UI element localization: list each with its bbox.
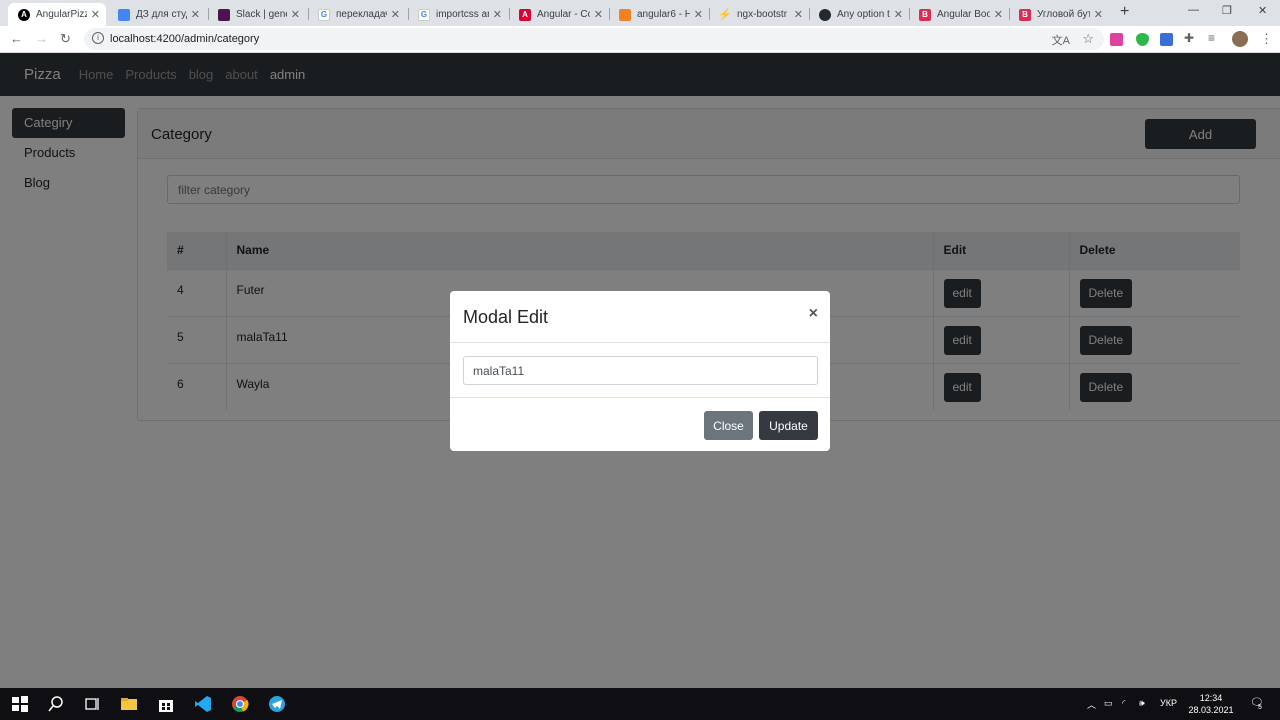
tab-title: AngularPizza — [36, 9, 87, 20]
browser-tab-9[interactable]: B Angular Boo ✕ — [909, 3, 1009, 26]
tab-title: ДЗ для студ — [136, 9, 187, 20]
bootstrap-icon: B — [1019, 8, 1031, 21]
extension-shield-icon[interactable] — [1136, 33, 1149, 46]
google-drive-icon — [118, 8, 130, 21]
search-icon[interactable] — [46, 694, 66, 714]
tab-title: перекладач — [336, 9, 387, 20]
telegram-icon[interactable] — [267, 694, 287, 714]
tab-title: Угловой бут — [1037, 9, 1090, 20]
clock-date: 28.03.2021 — [1188, 705, 1234, 715]
minimize-icon[interactable]: — — [1188, 4, 1199, 16]
browser-tab-1[interactable]: ДЗ для студ ✕ — [108, 3, 206, 26]
extension-pink-icon[interactable] — [1110, 33, 1123, 46]
address-bar[interactable]: i localhost:4200/admin/category 文A ☆ — [84, 28, 1104, 50]
edit-modal: Modal Edit × Close Update — [450, 291, 830, 451]
close-tab-icon[interactable]: ✕ — [1094, 8, 1103, 21]
tab-title: Angular Boo — [937, 9, 990, 20]
task-view-icon[interactable] — [82, 694, 102, 714]
language-indicator[interactable]: УКР — [1160, 698, 1177, 708]
close-icon[interactable]: × — [809, 305, 818, 323]
windows-start-icon[interactable] — [10, 694, 30, 714]
tab-title: Slack | gene — [236, 9, 287, 20]
tab-title: angular6 - H — [637, 9, 690, 20]
close-button[interactable]: Close — [704, 411, 753, 440]
google-icon: G — [418, 8, 430, 21]
store-icon[interactable] — [156, 694, 176, 714]
bookmark-star-icon[interactable]: ☆ — [1082, 31, 1094, 47]
close-tab-icon[interactable]: ✕ — [493, 8, 502, 21]
close-tab-icon[interactable]: ✕ — [794, 8, 803, 21]
close-tab-icon[interactable]: ✕ — [91, 8, 100, 21]
battery-icon[interactable]: ▭ — [1104, 698, 1113, 709]
reload-icon[interactable]: ↻ — [60, 31, 71, 47]
close-tab-icon[interactable]: ✕ — [291, 8, 300, 21]
category-name-input[interactable] — [463, 356, 818, 385]
browser-tab-4[interactable]: G importcss ar ✕ — [408, 3, 508, 26]
chrome-icon[interactable] — [230, 694, 250, 714]
window-close-icon[interactable]: ✕ — [1258, 4, 1267, 17]
close-tab-icon[interactable]: ✕ — [191, 8, 200, 21]
modal-footer: Close Update — [450, 397, 830, 451]
browser-tab-3[interactable]: G перекладач ✕ — [308, 3, 406, 26]
tray-chevron-icon[interactable]: ︿ — [1087, 698, 1096, 711]
translate-icon[interactable]: 文A — [1052, 32, 1070, 48]
clock-time: 12:34 — [1199, 693, 1223, 703]
clock[interactable]: 12:34 28.03.2021 — [1186, 692, 1236, 716]
browser-tab-8[interactable]: Any option t ✕ — [809, 3, 909, 26]
browser-tab-6[interactable]: angular6 - H ✕ — [609, 3, 709, 26]
lightning-icon: ⚡ — [718, 9, 732, 21]
close-tab-icon[interactable]: ✕ — [391, 8, 400, 21]
browser-tab-7[interactable]: ⚡ ngx-bootstr ✕ — [709, 3, 809, 26]
info-icon[interactable]: i — [92, 32, 104, 44]
volume-icon[interactable]: 🕪 — [1139, 698, 1145, 709]
restore-icon[interactable]: ❐ — [1222, 4, 1232, 17]
file-explorer-icon[interactable] — [119, 694, 139, 714]
browser-tab-0[interactable]: A AngularPizza ✕ — [8, 3, 106, 26]
browser-tab-10[interactable]: B Угловой бут ✕ — [1009, 3, 1109, 26]
slack-icon — [218, 8, 230, 21]
browser-toolbar: ← → ↻ i localhost:4200/admin/category 文A… — [0, 26, 1280, 53]
close-tab-icon[interactable]: ✕ — [694, 8, 703, 21]
tab-title: ngx-bootstr — [737, 9, 788, 20]
back-icon[interactable]: ← — [10, 31, 23, 46]
extension-blue-icon[interactable] — [1160, 33, 1173, 46]
tab-title: Angular - Co — [537, 9, 590, 20]
close-tab-icon[interactable]: ✕ — [894, 8, 903, 21]
new-tab-icon[interactable]: + — [1120, 3, 1129, 21]
github-icon — [819, 8, 831, 21]
extensions-puzzle-icon[interactable]: ✚ — [1184, 31, 1194, 45]
update-button[interactable]: Update — [759, 411, 818, 440]
wifi-icon[interactable]: ◜ — [1122, 698, 1126, 709]
close-tab-icon[interactable]: ✕ — [594, 8, 603, 21]
tab-title: Any option t — [837, 9, 890, 20]
browser-tab-strip: A AngularPizza ✕ ДЗ для студ ✕ Slack | g… — [0, 0, 1280, 26]
vscode-icon[interactable] — [193, 694, 213, 714]
url-text[interactable]: localhost:4200/admin/category — [110, 33, 259, 45]
browser-tab-5[interactable]: A Angular - Co ✕ — [509, 3, 609, 26]
tab-title: importcss ar — [436, 9, 489, 20]
forward-icon[interactable]: → — [35, 31, 48, 46]
angular-icon: A — [519, 8, 531, 21]
close-tab-icon[interactable]: ✕ — [994, 8, 1003, 21]
bootstrap-icon: B — [919, 8, 931, 21]
windows-taskbar: ︿ ▭ ◜ 🕪 УКР 12:34 28.03.2021 🗨 5 — [0, 688, 1280, 720]
google-icon: G — [318, 8, 330, 21]
angular-icon: A — [18, 8, 30, 21]
reading-list-icon[interactable]: ≡ — [1208, 31, 1215, 45]
menu-kebab-icon[interactable]: ⋮ — [1260, 31, 1273, 47]
profile-avatar[interactable] — [1232, 31, 1248, 47]
stackoverflow-icon — [619, 8, 631, 21]
modal-header: Modal Edit × — [450, 291, 830, 343]
browser-tab-2[interactable]: Slack | gene ✕ — [208, 3, 306, 26]
modal-title: Modal Edit — [463, 307, 549, 327]
notification-count-badge: 5 — [1258, 704, 1262, 711]
